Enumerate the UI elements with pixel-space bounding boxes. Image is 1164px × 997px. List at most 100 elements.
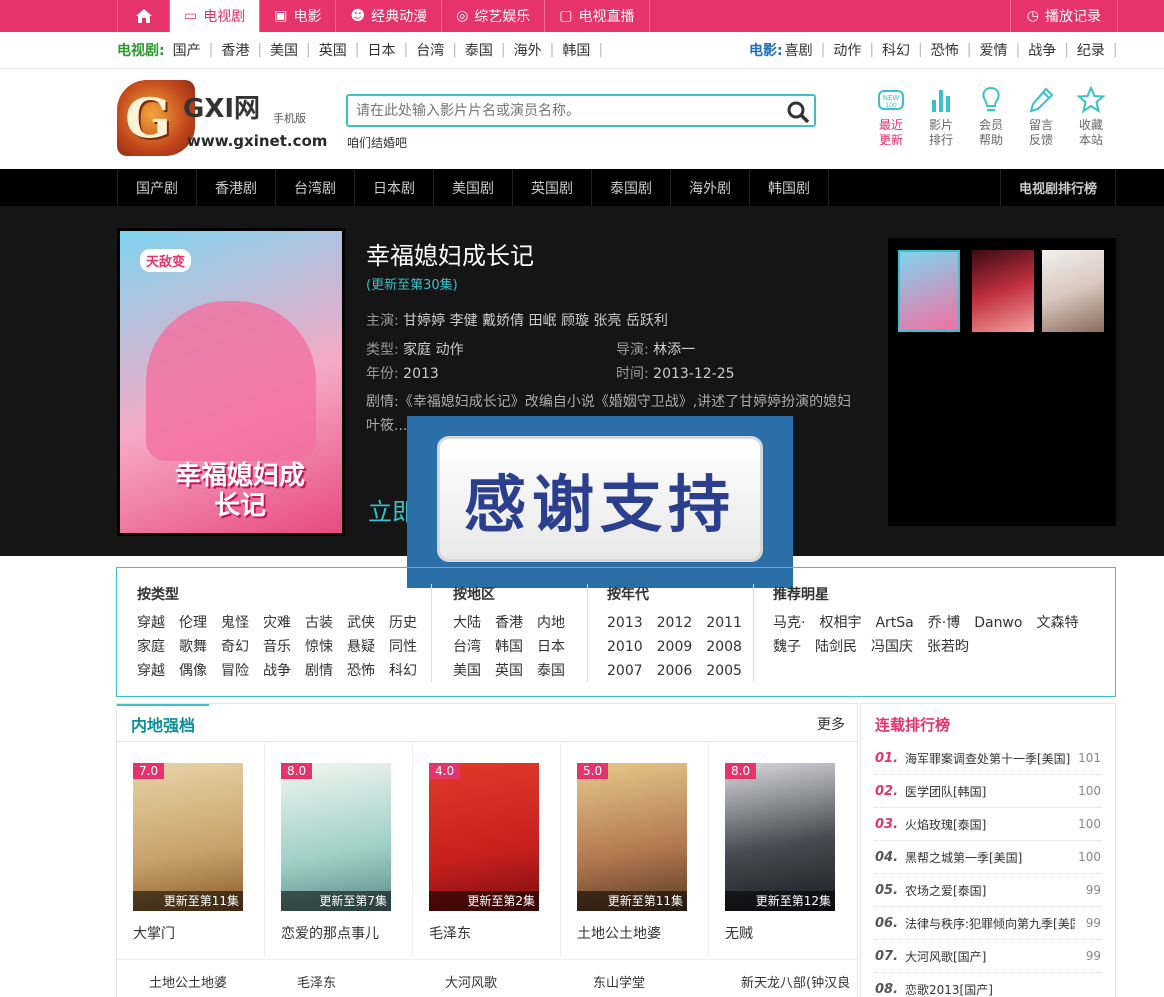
search-input[interactable] (356, 100, 776, 122)
nav-tv[interactable]: ▭ 电视剧 (169, 0, 260, 32)
ranking-item[interactable]: 02. 医学团队[韩国] 100 (875, 775, 1101, 808)
filter-option[interactable]: 奇幻 (221, 638, 249, 656)
filter-option[interactable]: 冒险 (221, 662, 249, 680)
category-tab[interactable]: 香港剧 (197, 169, 276, 206)
filter-option[interactable]: 鬼怪 (221, 614, 249, 632)
show-card[interactable]: 4.0 更新至第2集 毛泽东 (413, 743, 561, 957)
show-card[interactable]: 5.0 更新至第11集 土地公土地婆 (561, 743, 709, 957)
show-card[interactable]: 7.0 更新至第11集 大掌门 (117, 743, 265, 957)
featured-title[interactable]: 幸福媳妇成长记 (366, 236, 534, 271)
movie-ranking-button[interactable]: 影片 排行 (921, 86, 961, 148)
filter-option[interactable]: 剧情 (305, 662, 333, 680)
show-poster[interactable]: 5.0 更新至第11集 (577, 763, 687, 911)
filter-option[interactable]: 2006 (657, 662, 693, 680)
filter-option[interactable]: 偶像 (179, 662, 207, 680)
filter-option[interactable]: 历史 (389, 614, 417, 632)
feedback-button[interactable]: 留言 反馈 (1021, 86, 1061, 148)
show-link[interactable]: 新天龙八部(钟汉良 (741, 972, 850, 991)
filter-option[interactable]: 战争 (263, 662, 291, 680)
filter-option[interactable]: 韩国 (495, 638, 523, 656)
subnav-tv-item[interactable]: 台湾 (408, 40, 452, 60)
filter-option[interactable]: 魏子 (773, 638, 801, 656)
show-link[interactable]: 东山学堂 (593, 972, 645, 991)
subnav-tv-item[interactable]: 美国 (262, 40, 306, 60)
search-icon[interactable] (786, 100, 810, 124)
filter-option[interactable]: 美国 (453, 662, 481, 680)
filter-option[interactable]: 2012 (657, 614, 693, 632)
filter-option[interactable]: 同性 (389, 638, 417, 656)
filter-option[interactable]: 古装 (305, 614, 333, 632)
category-tab[interactable]: 泰国剧 (592, 169, 671, 206)
subnav-movie-item[interactable]: 科幻 (874, 40, 918, 60)
ranking-item[interactable]: 04. 黑帮之城第一季[美国] 100 (875, 841, 1101, 874)
nav-live[interactable]: ▢ 电视直播 (544, 0, 650, 32)
filter-option[interactable]: 伦理 (179, 614, 207, 632)
filter-option[interactable]: 2009 (657, 638, 693, 656)
filter-option[interactable]: 歌舞 (179, 638, 207, 656)
filter-option[interactable]: 马克· (773, 614, 805, 632)
filter-option[interactable]: 穿越 (137, 662, 165, 680)
filter-option[interactable]: 恐怖 (347, 662, 375, 680)
show-poster[interactable]: 8.0 更新至第7集 (281, 763, 391, 911)
nav-variety[interactable]: ◎ 综艺娱乐 (441, 0, 544, 32)
ranking-item[interactable]: 05. 农场之爱[泰国] 99 (875, 874, 1101, 907)
filter-option[interactable]: 英国 (495, 662, 523, 680)
filter-option[interactable]: 内地 (537, 614, 565, 632)
featured-poster[interactable]: 天敌变 幸福媳妇成长记 (117, 228, 345, 536)
ranking-item[interactable]: 06. 法律与秩序:犯罪倾向第九季[美国] 99 (875, 907, 1101, 940)
subnav-movie-item[interactable]: 喜剧 (783, 40, 821, 60)
show-name[interactable]: 无贼 (725, 923, 753, 943)
show-name[interactable]: 土地公土地婆 (577, 923, 661, 943)
category-tab[interactable]: 日本剧 (355, 169, 434, 206)
filter-option[interactable]: 2013 (607, 614, 643, 632)
filter-option[interactable]: 武侠 (347, 614, 375, 632)
subnav-tv-item[interactable]: 韩国 (554, 40, 598, 60)
filter-option[interactable]: 惊悚 (305, 638, 333, 656)
nav-anime[interactable]: ☻ 经典动漫 (335, 0, 441, 32)
filter-option[interactable]: 科幻 (389, 662, 417, 680)
category-tab[interactable]: 台湾剧 (276, 169, 355, 206)
filter-option[interactable]: 陆剑民 (815, 638, 857, 656)
filter-option[interactable]: 2007 (607, 662, 643, 680)
filter-option[interactable]: 2010 (607, 638, 643, 656)
subnav-tv-item[interactable]: 国产 (165, 40, 209, 60)
thanks-button[interactable]: 感谢支持 (437, 436, 763, 562)
subnav-movie-item[interactable]: 动作 (825, 40, 869, 60)
filter-option[interactable]: 灾难 (263, 614, 291, 632)
site-logo[interactable]: G GXI网 手机版 www.gxinet.com (117, 80, 327, 156)
category-tab[interactable]: 韩国剧 (750, 169, 829, 206)
ranking-item[interactable]: 01. 海军罪案调查处第十一季[美国] 101 (875, 742, 1101, 775)
more-link[interactable]: 更多 (817, 714, 845, 734)
show-link[interactable]: 毛泽东 (297, 972, 336, 991)
show-poster[interactable]: 8.0 更新至第12集 (725, 763, 835, 911)
subnav-tv-item[interactable]: 香港 (213, 40, 257, 60)
filter-option[interactable]: 穿越 (137, 614, 165, 632)
history-button[interactable]: ◷ 播放记录 (1009, 0, 1118, 32)
show-poster[interactable]: 4.0 更新至第2集 (429, 763, 539, 911)
filter-option[interactable]: 2011 (706, 614, 742, 632)
nav-movie[interactable]: ▣ 电影 (259, 0, 335, 32)
show-card[interactable]: 8.0 更新至第12集 无贼 (709, 743, 857, 957)
filter-option[interactable]: 文森特 (1036, 614, 1078, 632)
filter-option[interactable]: 音乐 (263, 638, 291, 656)
filter-option[interactable]: 悬疑 (347, 638, 375, 656)
subnav-tv-item[interactable]: 泰国 (457, 40, 501, 60)
search-hint-link[interactable]: 咱们结婚吧 (347, 134, 407, 151)
filter-option[interactable]: 2005 (706, 662, 742, 680)
ranking-item[interactable]: 08. 恋歌2013[国产] (875, 973, 1101, 997)
recent-updates-button[interactable]: NEW 100 最近 更新 (871, 86, 911, 148)
tv-ranking-link[interactable]: 电视剧排行榜 (1000, 169, 1116, 206)
filter-option[interactable]: 香港 (495, 614, 523, 632)
subnav-movie-item[interactable]: 恐怖 (923, 40, 967, 60)
show-name[interactable]: 毛泽东 (429, 923, 471, 943)
filter-option[interactable]: 大陆 (453, 614, 481, 632)
show-link[interactable]: 大河风歌 (445, 972, 497, 991)
filter-option[interactable]: 乔·博 (928, 614, 960, 632)
subnav-tv-item[interactable]: 海外 (506, 40, 550, 60)
thumbnail-2[interactable] (972, 250, 1034, 332)
thumbnail-1[interactable] (898, 250, 960, 332)
filter-option[interactable]: 日本 (537, 638, 565, 656)
filter-option[interactable]: ArtSa (875, 614, 913, 632)
show-name[interactable]: 恋爱的那点事儿 (281, 923, 379, 943)
ranking-item[interactable]: 03. 火焰玫瑰[泰国] 100 (875, 808, 1101, 841)
